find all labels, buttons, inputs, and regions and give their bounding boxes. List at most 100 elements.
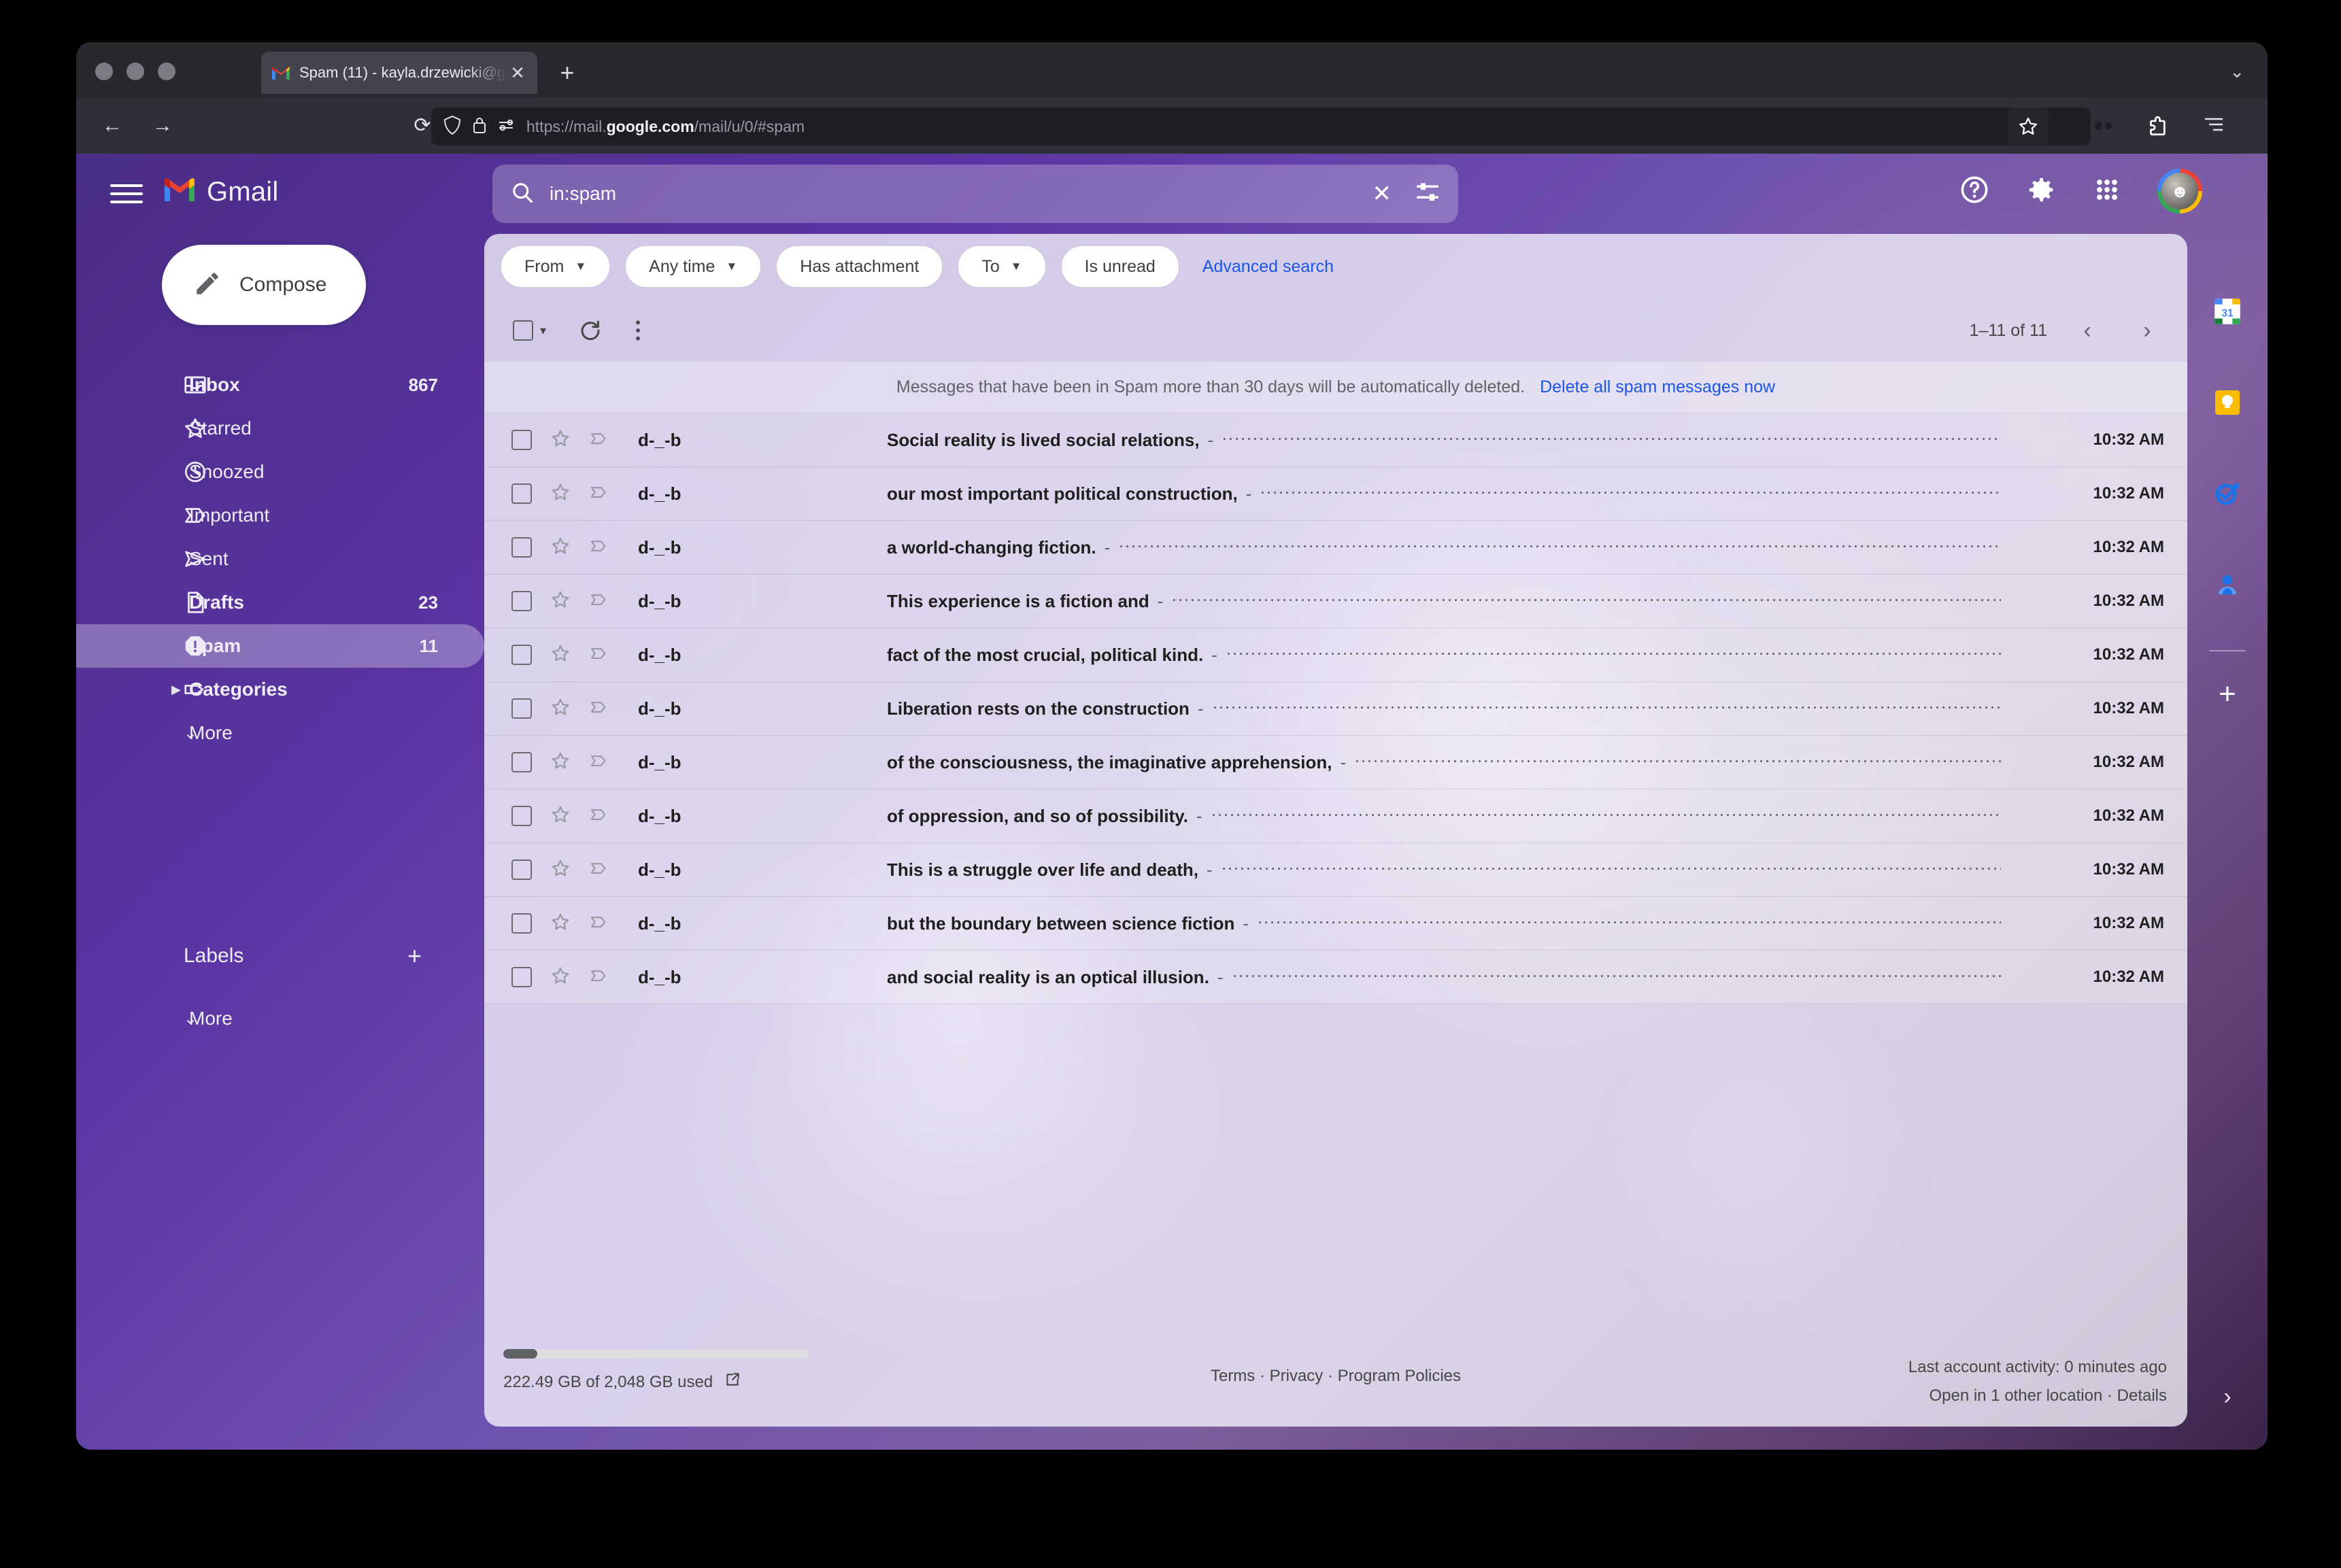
important-marker-icon[interactable] bbox=[588, 482, 609, 506]
row-checkbox[interactable] bbox=[511, 430, 532, 450]
star-icon[interactable] bbox=[550, 428, 571, 453]
advanced-search-link[interactable]: Advanced search bbox=[1202, 257, 1334, 277]
row-checkbox[interactable] bbox=[511, 698, 532, 719]
previous-page-button[interactable]: ‹ bbox=[2068, 311, 2107, 350]
tab-list-chevron-icon[interactable]: ⌄ bbox=[2229, 61, 2244, 82]
settings-gear-icon[interactable] bbox=[2025, 174, 2057, 209]
important-marker-icon[interactable] bbox=[588, 966, 609, 989]
star-icon[interactable] bbox=[550, 481, 571, 507]
close-tab-button[interactable]: ✕ bbox=[507, 63, 528, 84]
sidebar-item-inbox[interactable]: Inbox 867 bbox=[76, 363, 484, 407]
sidebar-item-drafts[interactable]: Drafts 23 bbox=[76, 581, 484, 624]
bookmark-star-icon[interactable] bbox=[2008, 107, 2049, 146]
star-icon[interactable] bbox=[550, 643, 571, 668]
table-row[interactable]: d-_-b and social reality is an optical il… bbox=[484, 951, 2187, 1004]
forward-button[interactable]: → bbox=[150, 113, 175, 139]
important-marker-icon[interactable] bbox=[588, 858, 609, 882]
google-tasks-icon[interactable] bbox=[2210, 476, 2245, 511]
row-checkbox[interactable] bbox=[511, 967, 532, 987]
back-button[interactable]: ← bbox=[99, 113, 125, 139]
table-row[interactable]: d-_-b This experience is a fiction and - 10… bbox=[484, 575, 2187, 628]
select-all-caret-icon[interactable]: ▾ bbox=[540, 324, 546, 338]
row-checkbox[interactable] bbox=[511, 752, 532, 772]
sidebar-item-spam[interactable]: Spam 11 bbox=[76, 624, 484, 668]
table-row[interactable]: d-_-b fact of the most crucial, political… bbox=[484, 628, 2187, 682]
search-options-icon[interactable] bbox=[1415, 182, 1441, 207]
delete-all-spam-link[interactable]: Delete all spam messages now bbox=[1540, 377, 1775, 397]
extensions-puzzle-icon[interactable] bbox=[2145, 114, 2168, 141]
row-checkbox[interactable] bbox=[511, 483, 532, 504]
address-bar[interactable]: https://mail.google.com/mail/u/0/#spam bbox=[431, 107, 2091, 146]
close-window-button[interactable] bbox=[95, 63, 113, 80]
sparkle-icon[interactable] bbox=[2092, 114, 2117, 141]
more-options-button[interactable] bbox=[617, 309, 659, 352]
table-row[interactable]: d-_-b of oppression, and so of possibilit… bbox=[484, 789, 2187, 843]
sidebar-item-important[interactable]: Important bbox=[76, 494, 484, 537]
star-icon[interactable] bbox=[550, 750, 571, 775]
table-row[interactable]: d-_-b our most important political constr… bbox=[484, 467, 2187, 521]
table-row[interactable]: d-_-b but the boundary between science fi… bbox=[484, 897, 2187, 951]
site-settings-icon[interactable] bbox=[498, 117, 516, 137]
filter-chip-any-time[interactable]: Any time ▼ bbox=[625, 245, 762, 288]
important-marker-icon[interactable] bbox=[588, 804, 609, 828]
filter-chip-to[interactable]: To ▼ bbox=[958, 245, 1046, 288]
footer-links[interactable]: Terms · Privacy · Program Policies bbox=[1211, 1367, 1461, 1386]
row-checkbox[interactable] bbox=[511, 537, 532, 558]
select-all-checkbox[interactable] bbox=[513, 320, 533, 341]
main-menu-button[interactable] bbox=[110, 178, 143, 209]
important-marker-icon[interactable] bbox=[588, 643, 609, 667]
sidebar-item-starred[interactable]: Starred bbox=[76, 407, 484, 450]
table-row[interactable]: d-_-b of the consciousness, the imaginati… bbox=[484, 736, 2187, 789]
table-row[interactable]: d-_-b This is a struggle over life and de… bbox=[484, 843, 2187, 897]
open-locations-text[interactable]: Open in 1 other location · Details bbox=[1908, 1382, 2167, 1410]
star-icon[interactable] bbox=[550, 696, 571, 721]
google-contacts-icon[interactable] bbox=[2210, 567, 2245, 602]
account-avatar[interactable]: ☻ bbox=[2157, 169, 2202, 214]
sidebar-item-more[interactable]: ⌄ More bbox=[76, 711, 484, 755]
row-checkbox[interactable] bbox=[511, 913, 532, 934]
apps-grid-icon[interactable] bbox=[2092, 175, 2122, 208]
row-checkbox[interactable] bbox=[511, 591, 532, 611]
important-marker-icon[interactable] bbox=[588, 697, 609, 721]
gmail-logo[interactable]: Gmail bbox=[162, 177, 278, 207]
window-controls[interactable] bbox=[95, 63, 175, 80]
expand-side-panel-button[interactable]: › bbox=[2223, 1384, 2231, 1410]
filter-chip-from[interactable]: From ▼ bbox=[501, 245, 611, 288]
sidebar-item-snoozed[interactable]: Snoozed bbox=[76, 450, 484, 494]
filter-chip-has-attachment[interactable]: Has attachment bbox=[776, 245, 943, 288]
minimize-window-button[interactable] bbox=[127, 63, 144, 80]
search-bar[interactable]: ✕ bbox=[492, 165, 1458, 223]
sidebar-item-categories[interactable]: ▶ Categories bbox=[76, 668, 484, 711]
select-all-control[interactable]: ▾ bbox=[503, 320, 546, 341]
compose-button[interactable]: Compose bbox=[162, 245, 366, 325]
star-icon[interactable] bbox=[550, 589, 571, 614]
next-page-button[interactable]: › bbox=[2127, 311, 2167, 350]
filter-chip-is-unread[interactable]: Is unread bbox=[1060, 245, 1179, 288]
row-checkbox[interactable] bbox=[511, 645, 532, 665]
important-marker-icon[interactable] bbox=[588, 428, 609, 452]
table-row[interactable]: d-_-b Liberation rests on the constructio… bbox=[484, 682, 2187, 736]
google-keep-icon[interactable] bbox=[2210, 385, 2245, 420]
clear-search-icon[interactable]: ✕ bbox=[1372, 180, 1392, 207]
star-icon[interactable] bbox=[550, 804, 571, 829]
important-marker-icon[interactable] bbox=[588, 536, 609, 560]
important-marker-icon[interactable] bbox=[588, 590, 609, 613]
maximize-window-button[interactable] bbox=[158, 63, 175, 80]
star-icon[interactable] bbox=[550, 535, 571, 560]
google-calendar-icon[interactable]: 31 bbox=[2210, 294, 2245, 329]
row-checkbox[interactable] bbox=[511, 806, 532, 826]
search-input[interactable] bbox=[550, 183, 1358, 205]
browser-tab[interactable]: Spam (11) - kayla.drzewicki@gm ✕ bbox=[261, 52, 537, 94]
browser-menu-icon[interactable] bbox=[2202, 114, 2225, 137]
star-icon[interactable] bbox=[550, 965, 571, 990]
open-in-new-icon[interactable] bbox=[724, 1371, 741, 1393]
table-row[interactable]: d-_-b a world-changing fiction. - 10:32 AM bbox=[484, 521, 2187, 575]
new-tab-button[interactable]: + bbox=[552, 58, 582, 88]
refresh-button[interactable] bbox=[569, 309, 611, 352]
star-icon[interactable] bbox=[550, 857, 571, 883]
labels-more-item[interactable]: ⌄ More bbox=[76, 997, 484, 1040]
help-icon[interactable] bbox=[1959, 174, 1990, 209]
important-marker-icon[interactable] bbox=[588, 912, 609, 936]
create-label-button[interactable]: + bbox=[407, 942, 422, 970]
add-addon-button[interactable]: + bbox=[2219, 677, 2236, 711]
